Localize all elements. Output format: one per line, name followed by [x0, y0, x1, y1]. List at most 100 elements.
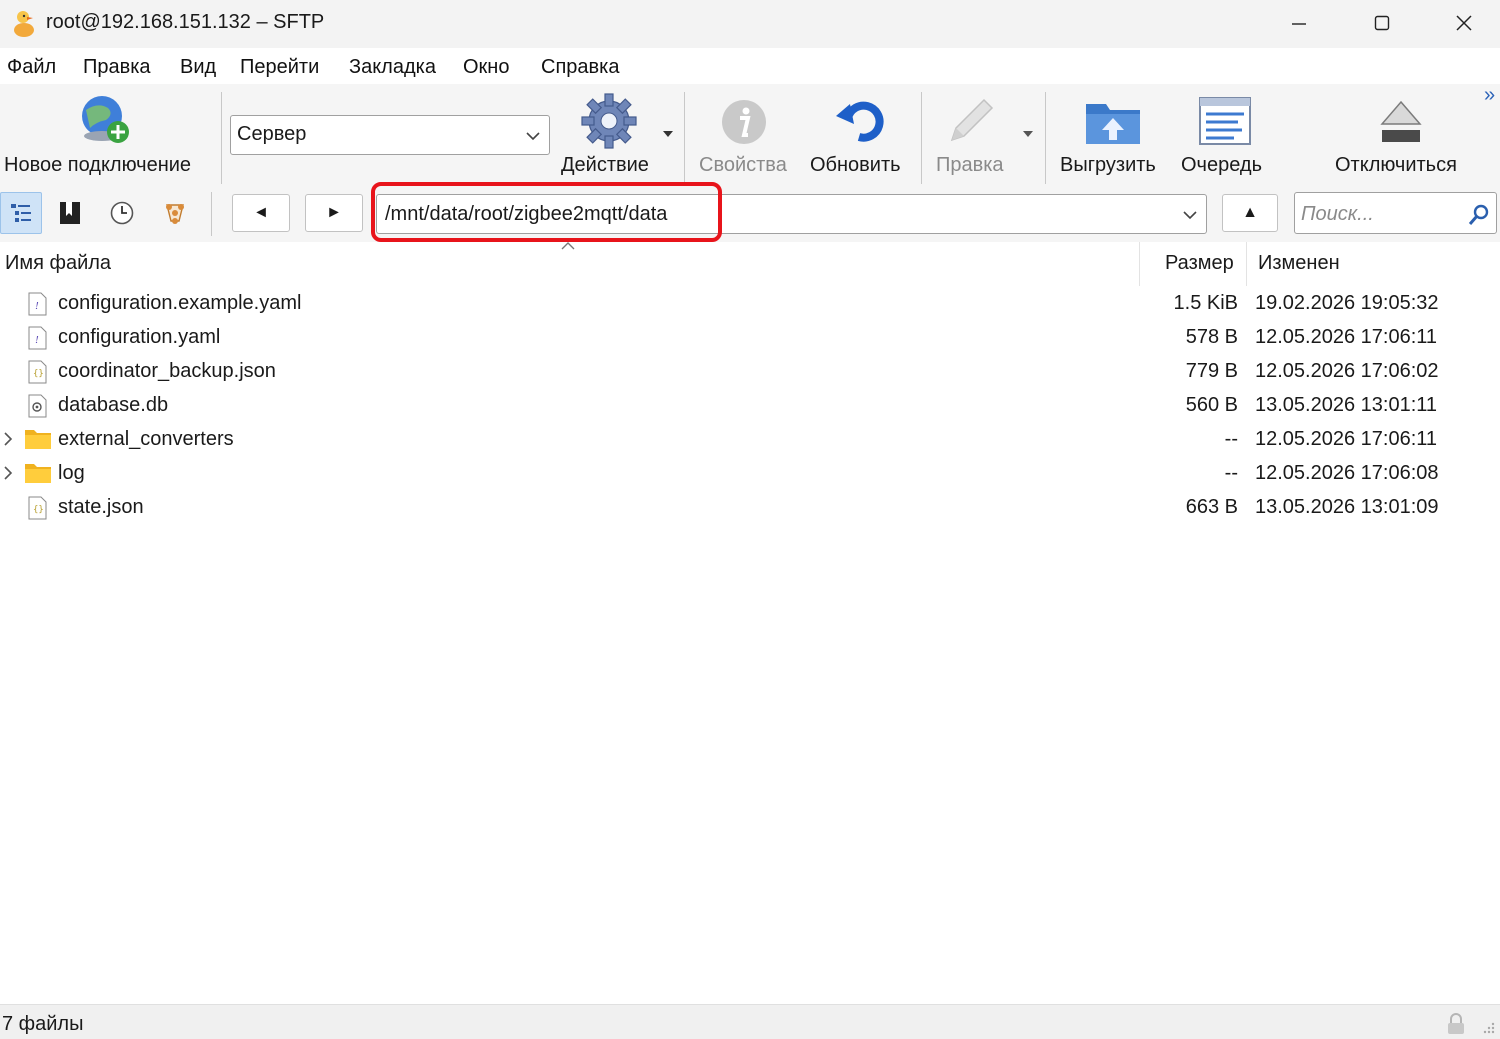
table-row[interactable]: database.db 560 B 13.05.2026 13:01:11: [0, 389, 1500, 423]
file-modified: 13.05.2026 13:01:11: [1255, 394, 1438, 416]
file-size: --: [1224, 428, 1238, 450]
table-row[interactable]: log -- 12.05.2026 17:06:08: [0, 457, 1500, 491]
tree-view-toggle[interactable]: [0, 192, 42, 234]
column-header-size[interactable]: Размер: [1165, 252, 1234, 275]
bonjour-toggle[interactable]: [156, 194, 194, 232]
chevron-down-icon: [526, 132, 540, 141]
status-text: 7 файлы: [2, 1013, 84, 1035]
path-value: /mnt/data/root/zigbee2mqtt/data: [385, 203, 668, 225]
file-name: configuration.yaml: [58, 326, 221, 348]
table-row[interactable]: ! configuration.yaml 578 B 12.05.2026 17…: [0, 321, 1500, 355]
menu-file[interactable]: Файл: [7, 56, 56, 79]
path-select[interactable]: /mnt/data/root/zigbee2mqtt/data: [376, 194, 1207, 234]
maximize-button[interactable]: [1341, 0, 1423, 46]
eject-icon: [1380, 100, 1422, 142]
column-divider: [1139, 242, 1140, 286]
refresh-button[interactable]: Обновить: [804, 84, 912, 184]
file-modified: 12.05.2026 17:06:11: [1255, 428, 1438, 450]
close-icon: [1456, 15, 1472, 31]
action-label: Действие: [561, 154, 649, 176]
close-button[interactable]: [1423, 0, 1500, 46]
folder-icon: [25, 464, 51, 483]
column-header-modified[interactable]: Изменен: [1258, 252, 1340, 275]
file-size: 663 B: [1185, 496, 1238, 518]
clock-icon: [110, 201, 134, 225]
back-button[interactable]: ◄: [232, 194, 290, 232]
json-file-icon: {}: [28, 360, 47, 384]
json-file-icon: {}: [28, 496, 47, 520]
file-size: --: [1224, 462, 1238, 484]
queue-button[interactable]: Очередь: [1176, 84, 1272, 184]
search-input[interactable]: Поиск...: [1294, 192, 1497, 234]
menu-view[interactable]: Вид: [180, 56, 216, 79]
resize-grip-icon[interactable]: [1480, 1019, 1496, 1035]
table-row[interactable]: {} state.json 663 B 13.05.2026 13:01:09: [0, 491, 1500, 525]
toolbar-separator: [211, 192, 212, 236]
path-toolbar: ◄ ► /mnt/data/root/zigbee2mqtt/data ▲ По…: [0, 186, 1500, 242]
tree-view-icon: [11, 204, 31, 222]
bookmarks-toggle[interactable]: [52, 194, 88, 232]
refresh-icon: [836, 101, 884, 142]
chevron-down-icon: [1183, 211, 1197, 220]
svg-text:!: !: [35, 300, 39, 312]
new-connection-button[interactable]: Новое подключение: [0, 84, 212, 184]
forward-button[interactable]: ►: [305, 194, 363, 232]
svg-text:{}: {}: [33, 505, 44, 515]
info-icon: [722, 100, 766, 144]
column-header-name[interactable]: Имя файла: [5, 252, 111, 275]
file-modified: 13.05.2026 13:01:09: [1255, 496, 1439, 518]
menu-help[interactable]: Справка: [541, 56, 619, 79]
file-modified: 12.05.2026 17:06:08: [1255, 462, 1439, 484]
network-icon: [166, 204, 184, 224]
refresh-label: Обновить: [810, 154, 901, 176]
action-button[interactable]: Действие: [556, 84, 680, 184]
table-row[interactable]: ! configuration.example.yaml 1.5 KiB 19.…: [0, 287, 1500, 321]
menu-bookmark[interactable]: Закладка: [349, 56, 436, 79]
queue-label: Очередь: [1181, 154, 1262, 176]
upload-folder-icon: [1086, 104, 1140, 144]
pencil-icon: [950, 98, 994, 142]
toolbar-overflow-button[interactable]: »: [1484, 84, 1495, 107]
file-size: 1.5 KiB: [1173, 292, 1238, 314]
main-toolbar: Новое подключение Сервер Действие Свойст…: [0, 84, 1500, 186]
bookmark-icon: [60, 202, 80, 224]
toolbar-separator: [921, 92, 922, 184]
yaml-file-icon: !: [28, 326, 47, 350]
file-name: log: [58, 462, 85, 484]
file-modified: 12.05.2026 17:06:11: [1255, 326, 1438, 348]
menu-window[interactable]: Окно: [463, 56, 509, 79]
file-modified: 19.02.2026 19:05:32: [1255, 292, 1439, 314]
file-name: external_converters: [58, 428, 234, 450]
upload-button[interactable]: Выгрузить: [1054, 84, 1170, 184]
yaml-file-icon: !: [28, 292, 47, 316]
properties-label: Свойства: [699, 154, 787, 176]
toolbar-separator: [1045, 92, 1046, 184]
minimize-button[interactable]: [1258, 0, 1340, 46]
file-size: 560 B: [1185, 394, 1238, 416]
parent-directory-button[interactable]: ▲: [1222, 194, 1278, 232]
server-select[interactable]: Сервер: [230, 115, 550, 155]
table-row[interactable]: {} coordinator_backup.json 779 B 12.05.2…: [0, 355, 1500, 389]
properties-button[interactable]: Свойства: [694, 84, 794, 184]
expand-chevron-icon[interactable]: [2, 430, 14, 448]
menu-bar: Файл Правка Вид Перейти Закладка Окно Сп…: [0, 48, 1500, 84]
history-toggle[interactable]: [104, 194, 140, 232]
menu-go[interactable]: Перейти: [240, 56, 319, 79]
column-divider: [1246, 242, 1247, 286]
toolbar-separator: [221, 92, 222, 184]
edit-label: Правка: [936, 154, 1004, 176]
disconnect-label: Отключиться: [1335, 154, 1457, 176]
lock-icon: [1448, 1013, 1464, 1034]
table-row[interactable]: external_converters -- 12.05.2026 17:06:…: [0, 423, 1500, 457]
search-placeholder: Поиск...: [1301, 203, 1374, 225]
edit-button[interactable]: Правка: [930, 84, 1040, 184]
toolbar-separator: [684, 92, 685, 184]
file-size: 779 B: [1185, 360, 1238, 382]
gear-icon: [581, 93, 637, 149]
disconnect-button[interactable]: Отключиться: [1328, 84, 1474, 184]
dropdown-arrow-icon: [1023, 131, 1033, 137]
window-title: root@192.168.151.132 – SFTP: [46, 11, 325, 33]
new-connection-label: Новое подключение: [4, 154, 192, 176]
menu-edit[interactable]: Правка: [83, 56, 151, 79]
expand-chevron-icon[interactable]: [2, 464, 14, 482]
